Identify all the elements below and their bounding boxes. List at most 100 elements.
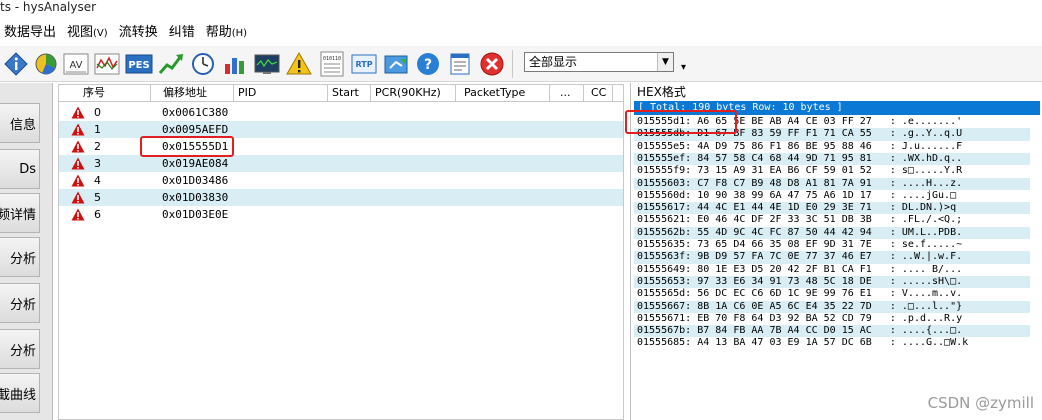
info-icon	[4, 52, 28, 76]
menu-view[interactable]: 视图(V)	[63, 20, 115, 47]
row-index: 5	[94, 191, 101, 204]
row-offset: 0x01D03E0E	[162, 208, 229, 221]
close-icon	[480, 52, 504, 76]
hex-line[interactable]: 01555649: 80 1E E3 D5 20 42 2F B1 CA F1 …	[634, 264, 1030, 276]
hex-panel-title: HEX格式	[637, 85, 686, 99]
info-button[interactable]	[2, 50, 30, 78]
nav-curve[interactable]: 截曲线	[0, 373, 40, 413]
warning-icon	[71, 174, 85, 187]
row-index: 2	[94, 140, 101, 153]
row-offset: 0x01D03486	[162, 174, 229, 187]
menu-data-export[interactable]: 数据导出	[0, 20, 63, 47]
warning-icon	[71, 123, 85, 136]
binary-label: 010110	[323, 56, 341, 62]
hex-line[interactable]: 0155565d: 56 DC EC C6 6D 1C 9E 99 76 E1 …	[634, 288, 1030, 300]
toolbar-overflow-icon[interactable]: ▾	[681, 62, 686, 73]
table-row[interactable]: 4 0x01D03486	[59, 172, 623, 189]
export-button[interactable]	[382, 50, 410, 78]
display-filter-select[interactable]: 全部显示 ▼	[524, 52, 674, 72]
chevron-down-icon[interactable]: ▼	[657, 53, 673, 71]
column-header-start[interactable]: Start	[328, 85, 371, 102]
binary-button[interactable]: 010110	[318, 50, 346, 78]
watermark: CSDN @zymill	[927, 394, 1034, 412]
column-header-index[interactable]: 序号	[59, 85, 151, 102]
nav-pids[interactable]: Ds	[0, 149, 40, 189]
help-button[interactable]: ?	[414, 50, 442, 78]
nav-info[interactable]: 信息	[0, 103, 40, 143]
warning-icon	[71, 191, 85, 204]
warning-icon	[71, 157, 85, 170]
pes-label: PES	[128, 60, 149, 71]
hex-line[interactable]: 01555603: C7 F8 C7 B9 48 D8 A1 81 7A 91 …	[634, 177, 1030, 190]
hex-line[interactable]: 015555e5: 4A D9 75 86 F1 86 BE 95 88 46 …	[634, 141, 1030, 153]
pes-icon: PES	[125, 54, 153, 74]
toolbar: AV PES 010110 RTP ? 全部显示 ▼ ▾	[0, 46, 1042, 82]
bar-chart-button[interactable]	[221, 50, 249, 78]
column-header-offset[interactable]: 偏移地址	[151, 85, 234, 102]
menu-bar: 数据导出 视图(V) 流转换 纠错 帮助(H)	[0, 20, 1042, 46]
hex-line[interactable]: 0155563f: 9B D9 57 FA 7C 0E 77 37 46 E7 …	[634, 251, 1030, 264]
clock-icon	[192, 53, 214, 75]
column-header-more[interactable]: ...	[550, 85, 584, 102]
trend-button[interactable]	[157, 50, 185, 78]
table-row[interactable]: 6 0x01D03E0E	[59, 206, 623, 223]
hex-line[interactable]: 0155567b: B7 84 FB AA 7B A4 CC D0 15 AC …	[634, 325, 1030, 338]
monitor-icon	[254, 54, 280, 74]
packet-table: 序号 偏移地址 PID Start PCR(90KHz) PacketType …	[58, 84, 624, 420]
hex-line[interactable]: 015555ef: 84 57 58 C4 68 44 9D 71 95 81 …	[634, 152, 1030, 166]
highlight-box-hex	[625, 110, 737, 134]
pie-chart-button[interactable]	[32, 50, 60, 78]
bar-chart-icon	[225, 58, 244, 74]
av-button[interactable]: AV	[62, 50, 90, 78]
hex-line[interactable]: 01555621: E0 46 4C DF 2F 33 3C 51 DB 3B …	[634, 214, 1030, 226]
menu-stream-convert[interactable]: 流转换	[115, 20, 165, 47]
nav-analysis-2[interactable]: 分析	[0, 283, 40, 323]
row-index: 3	[94, 157, 101, 170]
hex-line[interactable]: 01555685: A4 13 BA 47 03 E9 1A 57 DC 6B …	[634, 337, 1030, 349]
warning-icon	[71, 208, 85, 221]
clock-button[interactable]	[189, 50, 217, 78]
hex-line[interactable]: 01555635: 73 65 D4 66 35 08 EF 9D 31 7E …	[634, 239, 1030, 251]
window-title: ts - hysAnalyser	[0, 0, 1042, 17]
warning-icon	[71, 106, 85, 119]
monitor-button[interactable]	[253, 50, 281, 78]
pes-button[interactable]: PES	[125, 50, 153, 78]
column-header-cc[interactable]: CC	[584, 85, 613, 102]
hex-line[interactable]: 01555617: 44 4C E1 44 4E 1D E0 29 3E 71 …	[634, 202, 1030, 215]
toolbar-separator	[512, 50, 513, 78]
menu-help[interactable]: 帮助(H)	[202, 20, 254, 47]
table-row[interactable]: 3 0x019AE084	[59, 155, 623, 172]
nav-video-detail[interactable]: 频详情	[0, 193, 40, 233]
av-label: AV	[69, 60, 82, 71]
close-button[interactable]	[478, 50, 506, 78]
hex-line[interactable]: 015555f9: 73 15 A9 31 EA B6 CF 59 01 52 …	[634, 165, 1030, 177]
table-header: 序号 偏移地址 PID Start PCR(90KHz) PacketType …	[59, 85, 623, 102]
row-offset: 0x019AE084	[162, 157, 229, 170]
notes-icon	[450, 53, 470, 75]
waveform-button[interactable]	[93, 50, 121, 78]
notes-button[interactable]	[446, 50, 474, 78]
table-row[interactable]: 0 0x0061C380	[59, 104, 623, 121]
binary-icon: 010110	[320, 51, 344, 77]
column-header-pid[interactable]: PID	[234, 85, 328, 102]
column-header-packet-type[interactable]: PacketType	[456, 85, 550, 102]
rtp-icon: RTP	[351, 54, 377, 74]
hex-line[interactable]: 0155562b: 55 4D 9C 4C FC 87 50 44 42 94 …	[634, 226, 1030, 239]
warning-icon	[286, 52, 312, 75]
rtp-button[interactable]: RTP	[350, 50, 378, 78]
row-index: 6	[94, 208, 101, 221]
nav-analysis-3[interactable]: 分析	[0, 329, 40, 369]
row-index: 0	[94, 106, 101, 119]
menu-error-correct[interactable]: 纠错	[165, 20, 202, 47]
nav-analysis-1[interactable]: 分析	[0, 237, 40, 277]
warning-button[interactable]	[285, 50, 313, 78]
row-index: 1	[94, 123, 101, 136]
rtp-label: RTP	[355, 60, 372, 69]
column-header-pcr[interactable]: PCR(90KHz)	[371, 85, 456, 102]
hex-line[interactable]: 01555671: EB 70 F8 64 D3 92 BA 52 CD 79 …	[634, 313, 1030, 325]
hex-line[interactable]: 01555667: 8B 1A C6 0E A5 6C E4 35 22 7D …	[634, 300, 1030, 313]
row-index: 4	[94, 174, 101, 187]
hex-line[interactable]: 01555653: 97 33 E6 34 91 73 48 5C 18 DE …	[634, 275, 1030, 289]
table-row[interactable]: 5 0x01D03830	[59, 189, 623, 206]
hex-line[interactable]: 0155560d: 10 90 38 99 6A 47 75 A6 1D 17 …	[634, 190, 1030, 202]
